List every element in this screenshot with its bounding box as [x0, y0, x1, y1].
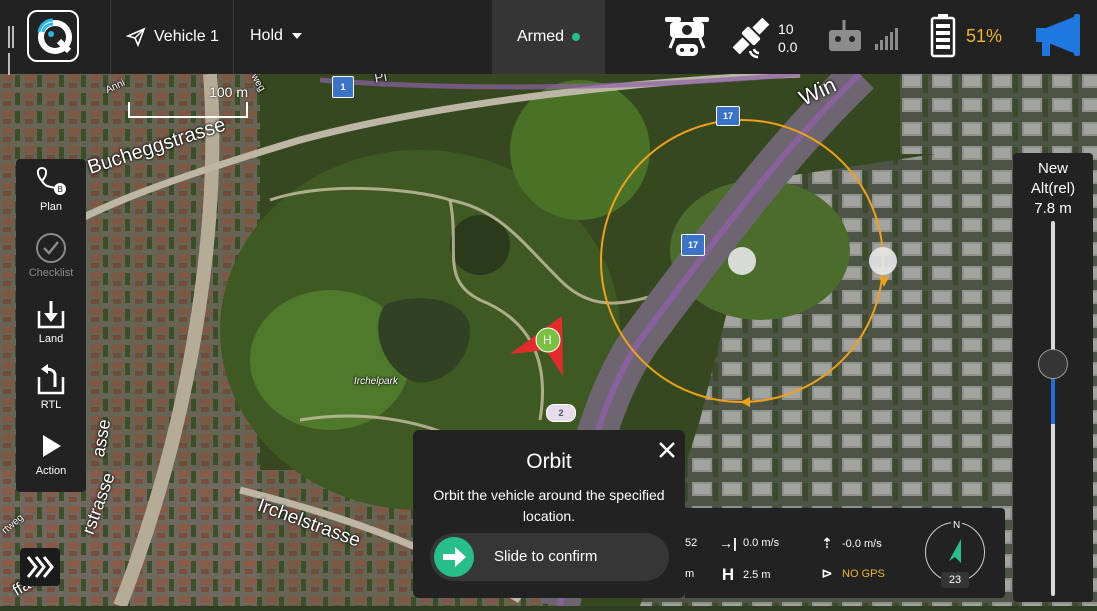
home-distance-icon: H: [721, 565, 735, 584]
top-toolbar: Vehicle 1 Hold Armed 10 0.0 51%: [0, 0, 1097, 75]
rc-rssi-button[interactable]: [828, 18, 900, 59]
telemetry-partial-top: 52: [685, 537, 698, 549]
altitude-value: 7.8 m: [1034, 200, 1072, 217]
messages-button[interactable]: [1036, 14, 1084, 63]
altitude-title-line1: New: [1037, 160, 1068, 177]
svg-text:B: B: [58, 185, 64, 194]
gps-lock-icon: ⊳: [821, 565, 833, 581]
armed-status[interactable]: Armed: [492, 0, 605, 74]
gps-status-readout: ⊳ NO GPS: [818, 565, 885, 582]
map-scale: 100 m: [128, 82, 250, 122]
checklist-button[interactable]: Checklist: [16, 227, 86, 289]
armed-label: Armed: [516, 28, 565, 45]
altitude-slider-panel: New Alt(rel) 7.8 m: [1013, 153, 1093, 602]
megaphone-icon: [1036, 14, 1080, 56]
vertical-speed-icon: ⇡: [821, 535, 833, 551]
armed-indicator-dot: [572, 33, 581, 41]
action-button[interactable]: Action: [16, 425, 86, 487]
distance-home-value: 2.5 m: [743, 569, 771, 581]
distance-home-readout: H 2.5 m: [719, 565, 771, 585]
chevron-down-icon: [291, 33, 302, 39]
gps-status-value: NO GPS: [842, 567, 885, 580]
route-shield: 17: [681, 234, 705, 256]
drone-icon: [665, 17, 709, 56]
tool-label: Land: [38, 333, 64, 345]
slide-confirm-handle[interactable]: [434, 537, 474, 577]
expand-panel-button[interactable]: [20, 548, 60, 586]
telemetry-panel: 52 m →| 0.0 m/s H 2.5 m ⇡ -0.0 m/s ⊳ NO …: [685, 508, 1005, 598]
vehicle-selector[interactable]: Vehicle 1: [126, 27, 219, 47]
altitude-title: New Alt(rel) 7.8 m: [1013, 159, 1093, 219]
action-play-icon: [43, 435, 61, 457]
rtl-icon: [37, 364, 65, 395]
altitude-title-line2: Alt(rel): [1030, 180, 1076, 197]
ground-speed-readout: →| 0.0 m/s: [719, 535, 779, 551]
altitude-slider-fill: [1051, 378, 1055, 424]
gps-satellite-count: 10: [778, 21, 794, 37]
vehicle-label: Vehicle 1: [154, 28, 219, 45]
vertical-speed-readout: ⇡ -0.0 m/s: [818, 535, 882, 552]
chevrons-right-icon: [26, 556, 54, 578]
close-button[interactable]: [657, 440, 677, 460]
park-label: Irchelpark: [354, 376, 398, 387]
qgc-logo-icon: [37, 18, 72, 54]
plan-button[interactable]: B Plan: [16, 161, 86, 223]
checklist-icon: [36, 233, 66, 263]
satellite-icon: [732, 17, 770, 59]
tool-label: Plan: [39, 201, 63, 213]
rtl-button[interactable]: RTL: [16, 359, 86, 421]
orbit-confirm-dialog: Orbit Orbit the vehicle around the speci…: [413, 430, 685, 598]
orbit-center-handle[interactable]: [728, 247, 756, 275]
plan-icon: B: [36, 166, 66, 195]
battery-percent: 51%: [966, 26, 1003, 46]
qgc-logo-button[interactable]: [27, 10, 79, 62]
arrow-right-icon: [443, 547, 466, 567]
orbit-title: Orbit: [526, 450, 572, 473]
tool-label: RTL: [40, 399, 62, 411]
slide-to-confirm[interactable]: Slide to confirm: [430, 533, 669, 581]
orbit-description: Orbit the vehicle around the specified l…: [433, 487, 665, 524]
altitude-slider-handle[interactable]: [1038, 348, 1068, 379]
gps-status-button[interactable]: [728, 13, 774, 64]
battery-icon: [930, 14, 956, 58]
compass-heading-value: 23: [941, 572, 969, 588]
battery-button[interactable]: [930, 14, 956, 63]
drag-handle-icon[interactable]: [8, 26, 18, 75]
scale-bar: [128, 102, 248, 118]
gps-readout: 10 0.0: [778, 20, 797, 56]
flight-mode-label: Hold: [250, 27, 283, 44]
vehicle-status-button[interactable]: [662, 12, 712, 65]
gps-hdop: 0.0: [778, 39, 798, 55]
tool-label: Checklist: [28, 267, 74, 279]
close-icon: [659, 442, 675, 458]
ground-speed-icon: →|: [719, 535, 737, 551]
scale-label: 100 m: [209, 84, 248, 100]
compass-north-label: N: [951, 520, 963, 531]
telemetry-partial-bottom: m: [685, 568, 695, 580]
ground-speed-value: 0.0 m/s: [743, 537, 780, 549]
vertical-speed-value: -0.0 m/s: [842, 537, 882, 550]
orbit-radius-handle[interactable]: [869, 247, 897, 275]
route-shield: 2: [546, 404, 576, 422]
land-button[interactable]: Land: [16, 293, 86, 355]
flight-mode-dropdown[interactable]: Hold: [250, 27, 303, 45]
land-icon: [37, 301, 65, 329]
paper-plane-icon: [126, 27, 146, 47]
rc-transmitter-icon: [829, 20, 898, 51]
home-label: H: [543, 333, 552, 347]
tool-strip: B Plan Checklist Land RTL Action: [16, 159, 86, 492]
route-shield: 1: [332, 76, 354, 98]
tool-label: Action: [35, 465, 67, 477]
slide-confirm-label: Slide to confirm: [494, 548, 598, 565]
route-shield: 17: [716, 106, 740, 126]
